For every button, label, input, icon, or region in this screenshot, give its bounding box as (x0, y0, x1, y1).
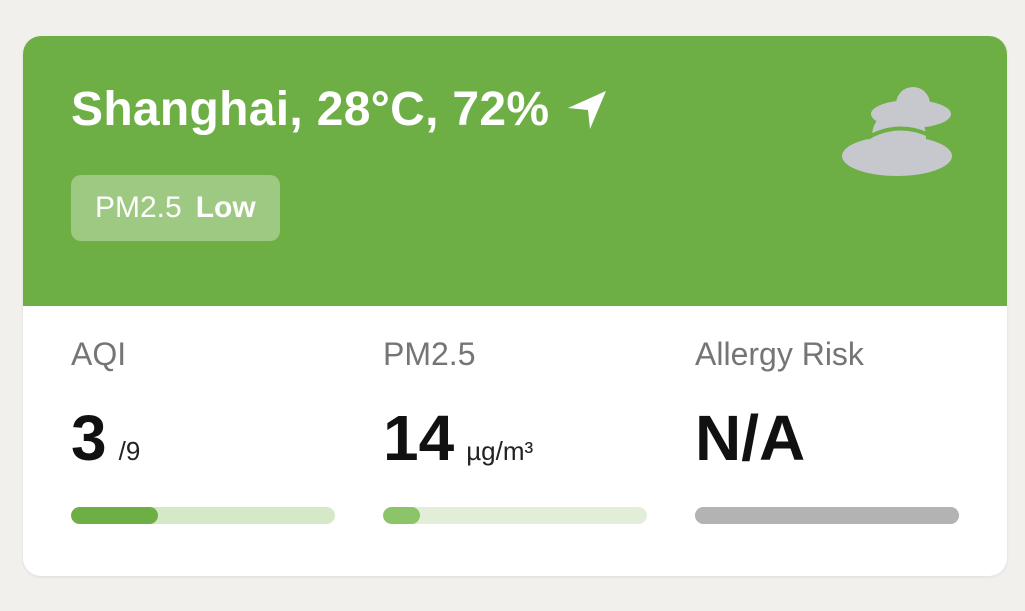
stat-value: N/A (695, 402, 806, 474)
stat-aqi: AQI 3 /9 (71, 306, 335, 576)
stat-value-row: 14 µg/m³ (383, 406, 533, 470)
card-header: Shanghai, 28°C, 72% PM2.5 Low (23, 36, 1007, 306)
progress-bar-fill (695, 507, 959, 524)
stat-label: AQI (71, 336, 127, 372)
stat-unit: /9 (118, 436, 141, 466)
location-weather-title: Shanghai, 28°C, 72% (71, 83, 550, 136)
stat-label: Allergy Risk (695, 336, 864, 372)
air-quality-card[interactable]: Shanghai, 28°C, 72% PM2.5 Low AQI 3 /9 P… (23, 36, 1007, 576)
progress-bar-track (71, 507, 335, 524)
badge-label: PM2.5 (95, 191, 182, 224)
badge-value: Low (195, 191, 256, 224)
stat-value-row: 3 /9 (71, 406, 140, 470)
pm25-level-badge: PM2.5 Low (71, 175, 280, 241)
stat-value: 14 (383, 402, 455, 474)
stat-value-row: N/A (695, 406, 817, 470)
progress-bar-track (383, 507, 647, 524)
stats-section: AQI 3 /9 PM2.5 14 µg/m³ Allergy Risk N/A (23, 306, 1007, 576)
progress-bar-fill (383, 507, 420, 524)
location-summary: Shanghai, 28°C, 72% (71, 82, 609, 137)
progress-bar-fill (71, 507, 159, 524)
stat-pm25: PM2.5 14 µg/m³ (383, 306, 647, 576)
cloudy-icon (842, 87, 952, 176)
stat-unit: µg/m³ (466, 436, 534, 466)
stat-allergy-risk: Allergy Risk N/A (695, 306, 959, 576)
navigation-arrow-icon (568, 90, 607, 129)
stat-value: 3 (71, 402, 107, 474)
progress-bar-track (695, 507, 959, 524)
stat-label: PM2.5 (383, 336, 476, 372)
